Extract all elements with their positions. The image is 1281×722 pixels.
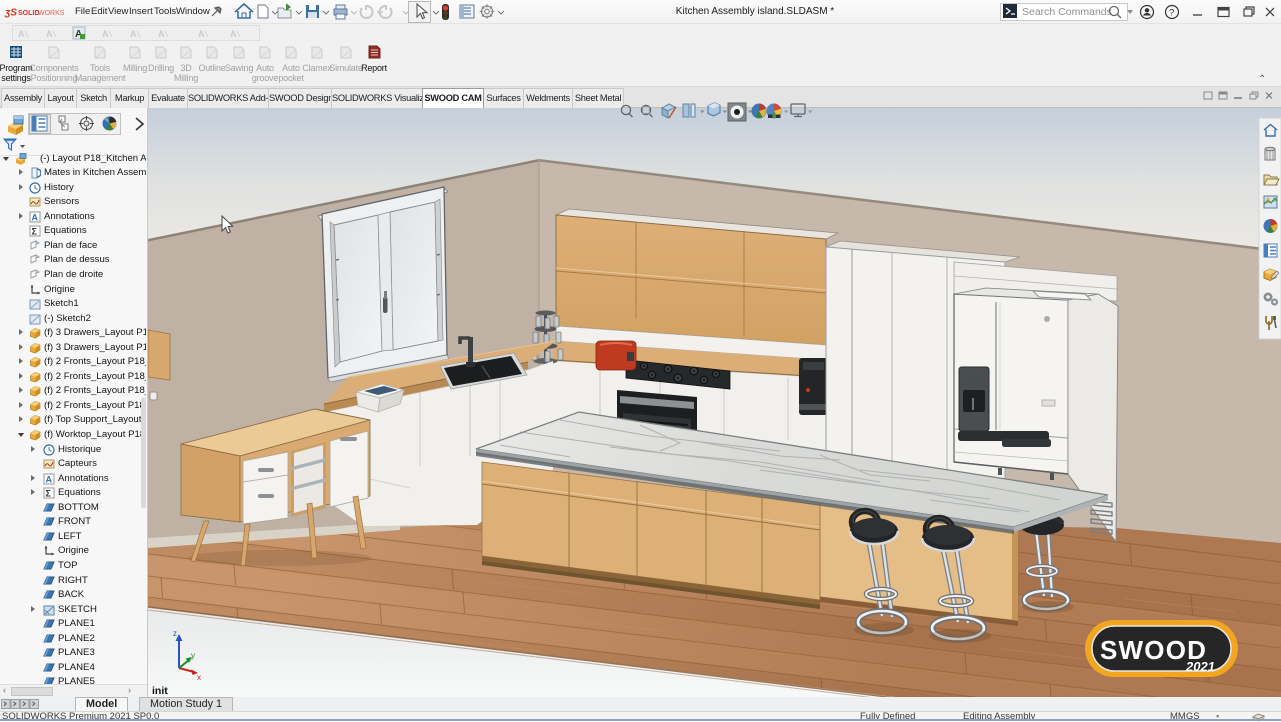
- svg-text:A: A: [18, 29, 25, 39]
- svg-text:A: A: [46, 474, 53, 484]
- svg-text:A: A: [158, 29, 165, 39]
- svg-text:A: A: [130, 29, 137, 39]
- svg-text:?: ?: [1169, 8, 1174, 19]
- svg-text:init: init: [152, 685, 168, 697]
- svg-text:x: x: [197, 673, 201, 682]
- svg-text:A: A: [32, 212, 39, 222]
- svg-text:A: A: [198, 29, 205, 39]
- svg-text:A: A: [230, 29, 237, 39]
- svg-text:y: y: [191, 651, 195, 660]
- svg-text:Σ: Σ: [32, 227, 38, 237]
- svg-text:Σ: Σ: [46, 489, 52, 499]
- svg-text:ʒS: ʒS: [4, 8, 17, 19]
- svg-text:SOLID: SOLID: [18, 10, 39, 17]
- svg-text:z: z: [173, 629, 177, 638]
- svg-text:WORKS: WORKS: [38, 10, 65, 17]
- svg-text:2021: 2021: [1185, 659, 1215, 674]
- svg-text:A: A: [46, 29, 53, 39]
- svg-text:A: A: [102, 29, 109, 39]
